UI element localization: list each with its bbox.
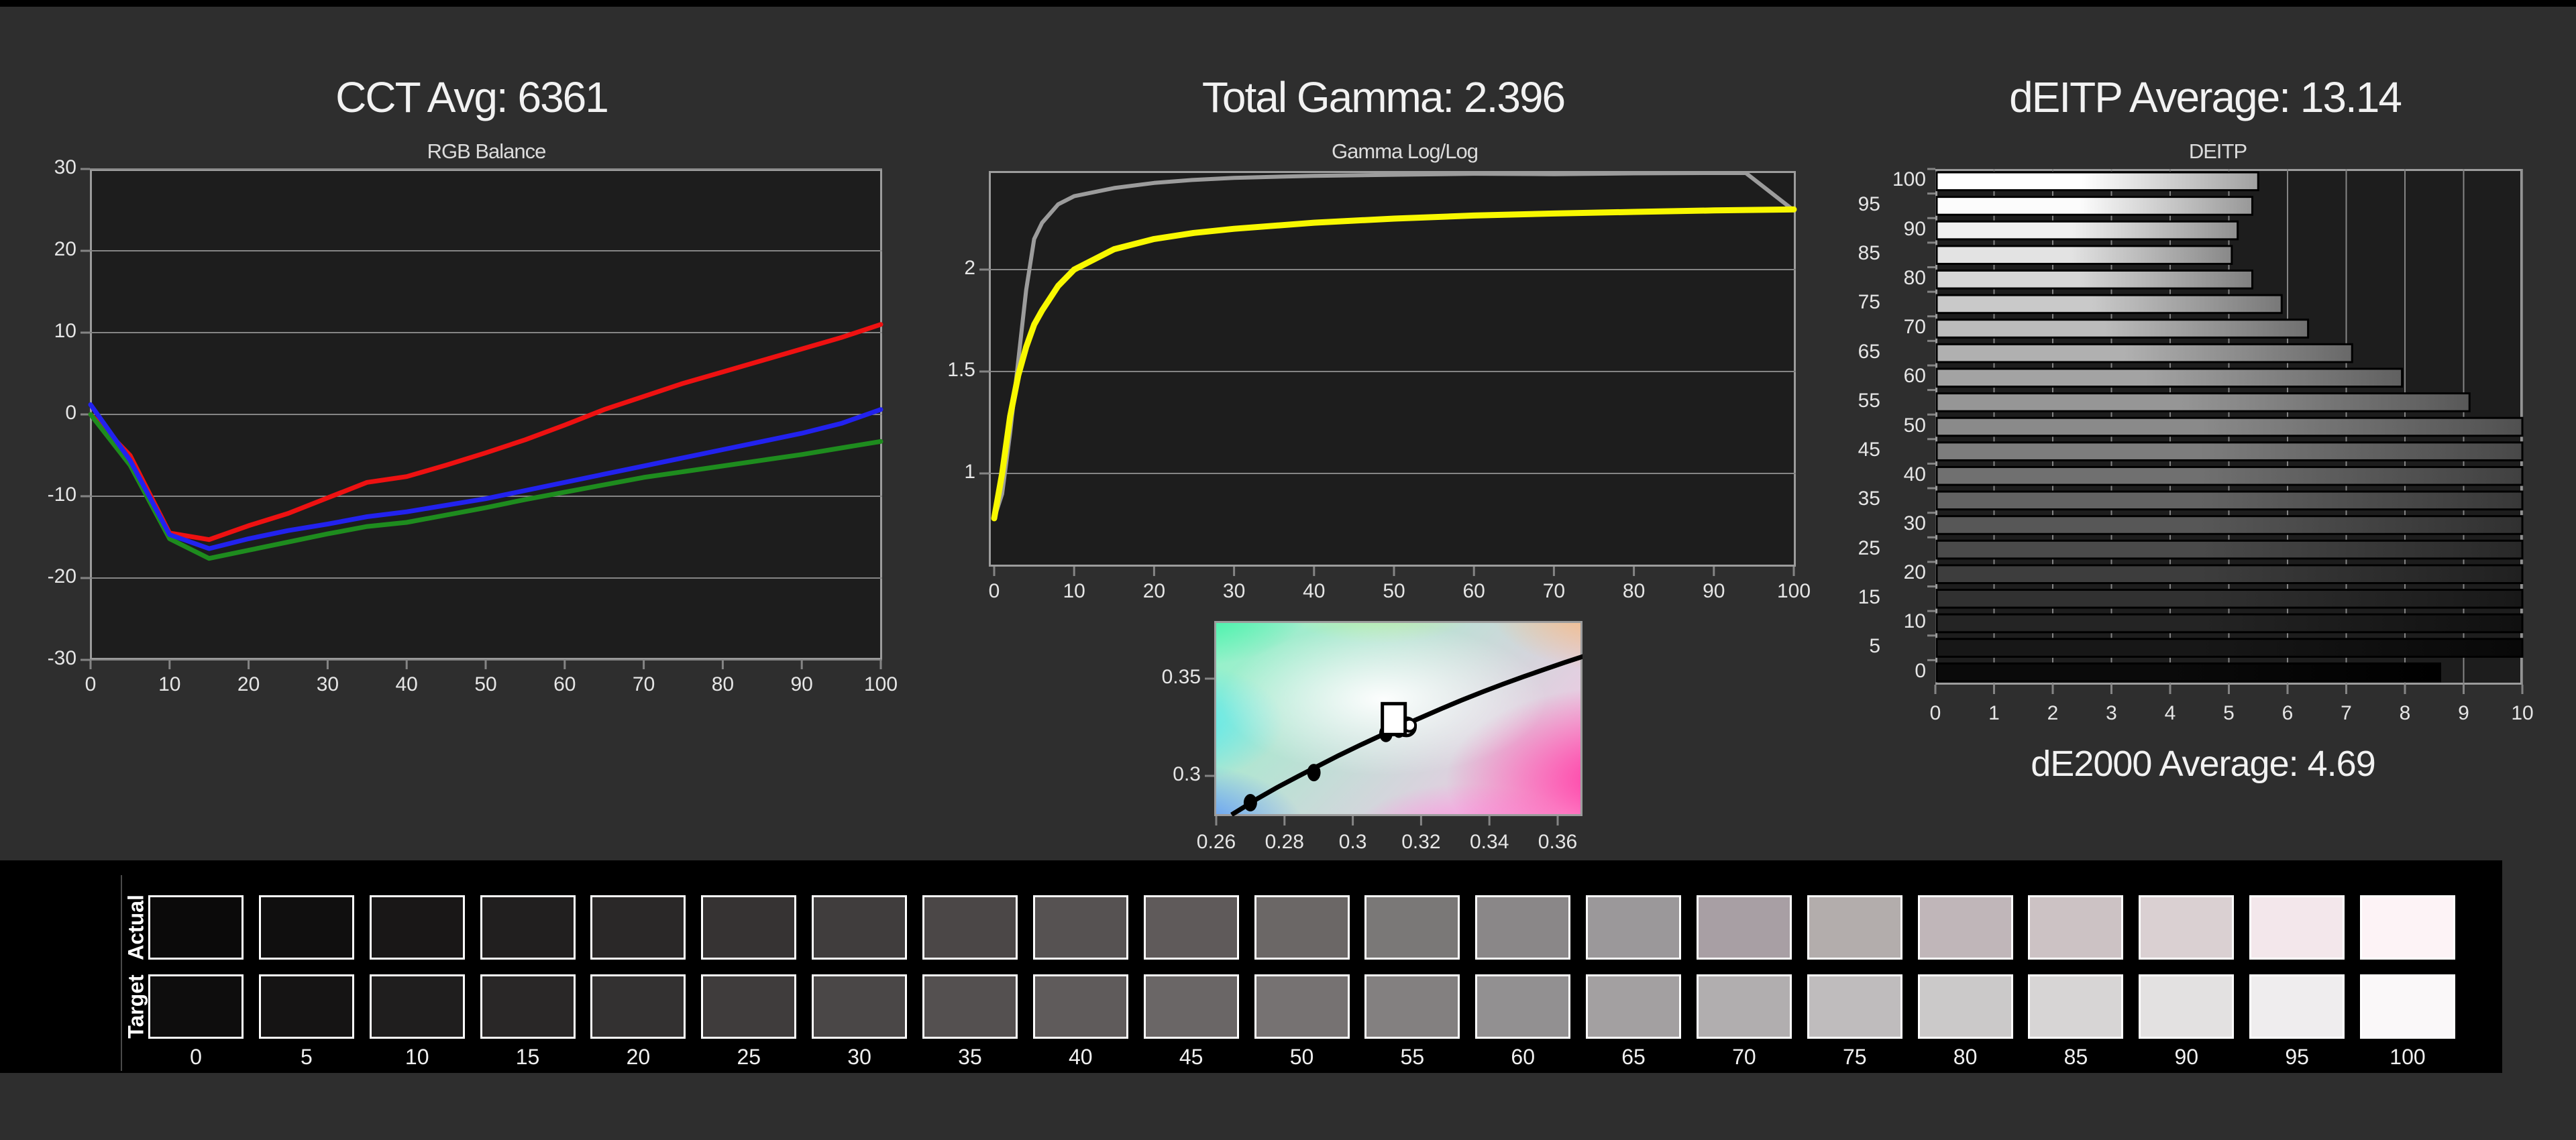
deitp-bar-90 [1935, 220, 2239, 241]
deitp-bar-0 [1935, 662, 2441, 683]
charts-vector-overlay [80, 168, 2524, 825]
deitp-bar-55 [1935, 392, 2471, 412]
deitp-bar-65 [1935, 343, 2353, 363]
deitp-bar-10 [1935, 613, 2524, 634]
cie-measured-point-1 [1307, 764, 1321, 782]
deitp-bar-45 [1935, 441, 2524, 461]
deitp-bar-60 [1935, 367, 2404, 388]
deitp-bar-20 [1935, 564, 2524, 585]
deitp-bar-25 [1935, 539, 2524, 560]
cie-markers [1230, 654, 1582, 816]
cie-target-square [1381, 701, 1407, 736]
deitp-bar-85 [1935, 245, 2233, 265]
calibration-report: CCT Avg: 6361 Total Gamma: 2.396 dEITP A… [0, 0, 2576, 1140]
deitp-bar-70 [1935, 319, 2310, 339]
deitp-bar-95 [1935, 196, 2253, 216]
deitp-bar-100 [1935, 171, 2259, 192]
cie-measured-point-0 [1243, 794, 1257, 812]
deitp-bar-30 [1935, 515, 2524, 535]
deitp-bar-80 [1935, 269, 2253, 290]
deitp-bar-5 [1935, 638, 2524, 658]
deitp-bar-50 [1935, 416, 2524, 437]
deitp-bar-75 [1935, 294, 2283, 315]
deitp-bar-40 [1935, 465, 2524, 486]
deitp-bar-15 [1935, 589, 2524, 609]
deitp-bar-35 [1935, 490, 2524, 511]
